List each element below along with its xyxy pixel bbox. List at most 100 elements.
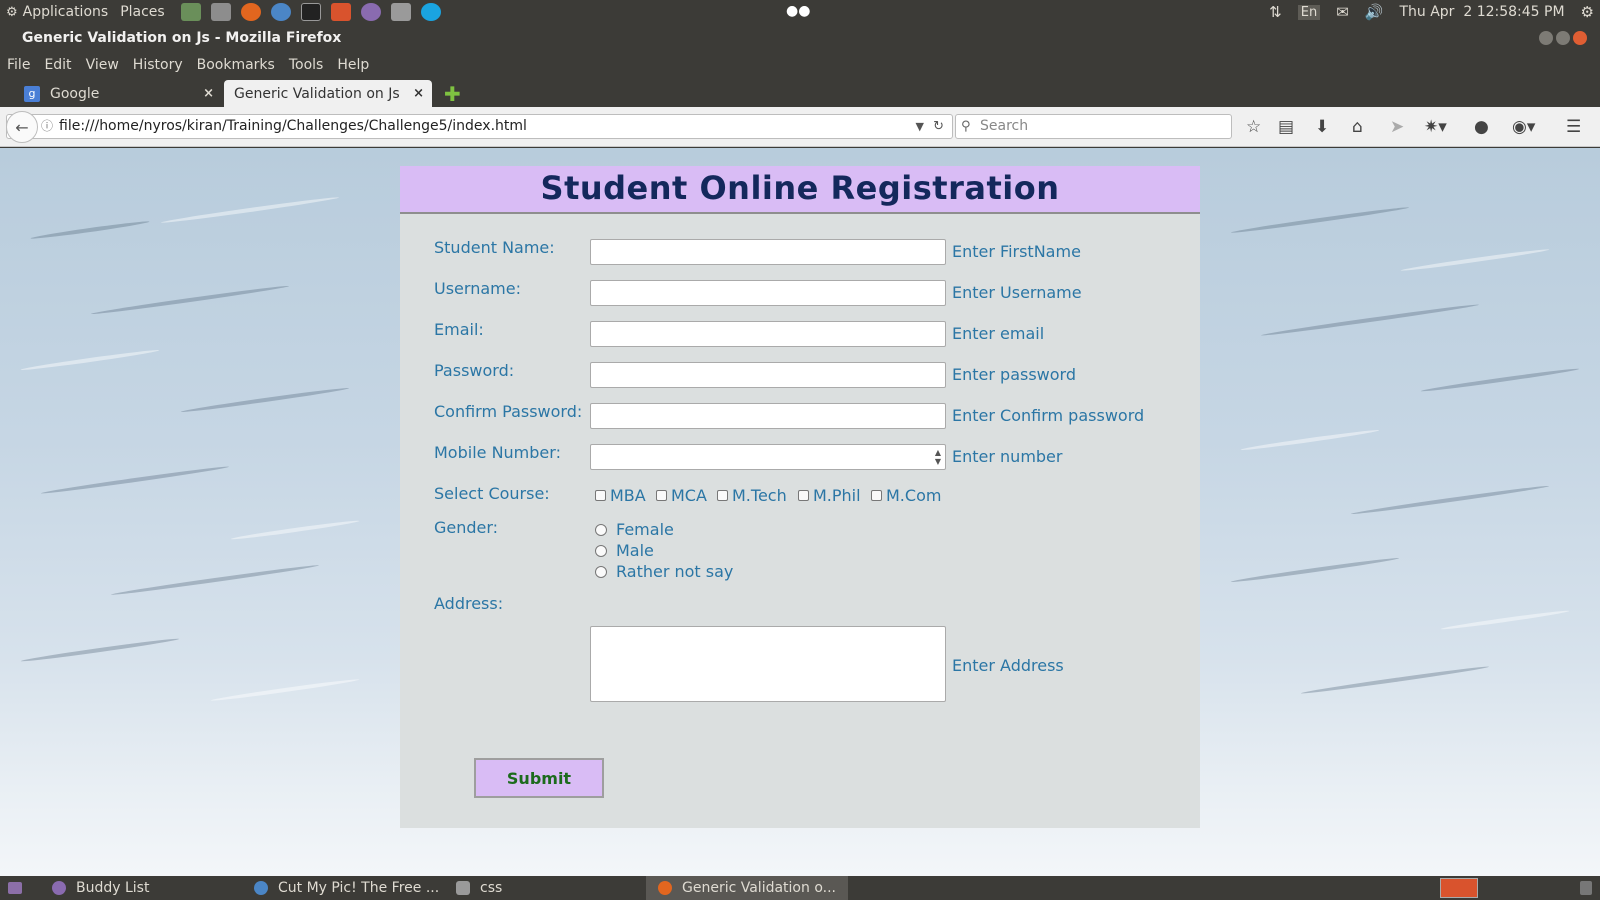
network-icon[interactable]: ⇅ <box>1269 3 1282 21</box>
mail-icon[interactable]: ✉ <box>1336 3 1349 21</box>
mobile-number-hint: Enter number <box>952 447 1063 466</box>
profile-icon[interactable]: ◉▾ <box>1512 117 1535 137</box>
chromium-launcher-icon[interactable] <box>270 3 291 21</box>
places-menu[interactable]: Places <box>120 4 165 20</box>
menu-view[interactable]: View <box>86 57 119 73</box>
username-label: Username: <box>434 279 521 298</box>
menu-bar: File Edit View History Bookmarks Tools H… <box>0 52 1600 78</box>
email-input[interactable] <box>590 321 946 347</box>
chromium-icon <box>254 881 268 895</box>
taskbar-item-css[interactable]: css <box>456 876 502 900</box>
taskbar-label: Buddy List <box>76 880 150 896</box>
download-icon[interactable]: ⬇ <box>1315 117 1329 137</box>
window-titlebar: Generic Validation on Js - Mozilla Firef… <box>0 24 1600 52</box>
bookmark-star-icon[interactable]: ☆ <box>1246 117 1261 137</box>
tab-label: Generic Validation on Js <box>234 85 400 102</box>
menu-history[interactable]: History <box>133 57 183 73</box>
pidgin-icon <box>52 881 66 895</box>
settings-gear-icon[interactable]: ⚙ <box>1581 3 1594 21</box>
keyboard-launcher-icon[interactable] <box>210 3 231 21</box>
form-header: Student Online Registration <box>400 166 1200 214</box>
menu-bookmarks[interactable]: Bookmarks <box>197 57 275 73</box>
mobile-number-label: Mobile Number: <box>434 443 561 462</box>
form-title: Student Online Registration <box>540 169 1060 207</box>
taskbar-item-generic-validation[interactable]: Generic Validation o... <box>646 876 848 900</box>
skype-launcher-icon[interactable] <box>420 3 441 21</box>
show-desktop-icon[interactable] <box>8 882 22 894</box>
tab-google[interactable]: g Google × <box>14 80 222 107</box>
menu-tools[interactable]: Tools <box>289 57 324 73</box>
gender-rather-not-say-radio[interactable] <box>595 566 607 578</box>
username-input[interactable] <box>590 280 946 306</box>
minimize-button[interactable] <box>1539 31 1553 45</box>
gender-male-radio[interactable] <box>595 545 607 557</box>
ubuntu-logo-icon[interactable]: ⚙ <box>6 5 18 20</box>
submit-button[interactable]: Submit <box>474 758 604 798</box>
applications-menu[interactable]: Applications <box>23 4 109 20</box>
course-mtech-checkbox[interactable] <box>717 490 728 501</box>
course-mba-label: MBA <box>610 486 646 505</box>
select-course-label: Select Course: <box>434 484 550 503</box>
firefox-icon <box>658 881 672 895</box>
reading-list-icon[interactable]: ▤ <box>1278 117 1294 137</box>
maximize-button[interactable] <box>1556 31 1570 45</box>
home-icon[interactable]: ⌂ <box>1352 117 1363 137</box>
gender-female-radio[interactable] <box>595 524 607 536</box>
navigation-bar: ⓘ file:///home/nyros/kiran/Training/Chal… <box>0 107 1600 147</box>
terminal-launcher-icon[interactable] <box>300 3 321 21</box>
password-input[interactable] <box>590 362 946 388</box>
course-mphil-checkbox[interactable] <box>798 490 809 501</box>
number-spinner-icon[interactable]: ▲ ▼ <box>935 448 941 466</box>
volume-icon[interactable]: 🔊 <box>1365 3 1384 21</box>
student-name-label: Student Name: <box>434 238 555 257</box>
menu-help[interactable]: Help <box>337 57 369 73</box>
tab-close-icon[interactable]: × <box>203 86 214 101</box>
tab-close-icon[interactable]: × <box>413 86 424 101</box>
gender-female-label: Female <box>616 520 674 539</box>
files-launcher-icon[interactable] <box>330 3 351 21</box>
site-info-icon[interactable]: ⓘ <box>41 115 53 138</box>
new-tab-icon[interactable]: ✚ <box>444 82 461 106</box>
address-textarea[interactable] <box>590 626 946 702</box>
monitor-launcher-icon[interactable] <box>180 3 201 21</box>
tab-label: Google <box>50 85 100 102</box>
tab-bar: g Google × Generic Validation on Js × ✚ <box>0 78 1600 107</box>
tab-generic-validation[interactable]: Generic Validation on Js × <box>224 80 432 107</box>
reload-icon[interactable]: ↻ <box>933 115 944 138</box>
send-icon[interactable]: ➤ <box>1390 117 1404 137</box>
student-name-input[interactable] <box>590 239 946 265</box>
text-editor-icon <box>456 881 470 895</box>
back-button[interactable]: ← <box>6 111 38 143</box>
calculator-launcher-icon[interactable] <box>390 3 411 21</box>
firefox-launcher-icon[interactable] <box>240 3 261 21</box>
mobile-number-input[interactable]: ▲ ▼ <box>590 444 946 470</box>
student-name-hint: Enter FirstName <box>952 242 1081 261</box>
dropdown-arrow-icon[interactable]: ▼ <box>916 115 924 138</box>
url-text: file:///home/nyros/kiran/Training/Challe… <box>59 118 527 134</box>
workspace-switcher[interactable] <box>1440 878 1478 898</box>
taskbar-item-buddy-list[interactable]: Buddy List <box>52 876 149 900</box>
window-title: Generic Validation on Js - Mozilla Firef… <box>22 30 342 46</box>
google-favicon-icon: g <box>24 85 40 102</box>
taskbar-item-cut-my-pic[interactable]: Cut My Pic! The Free ... <box>254 876 439 900</box>
course-mba-checkbox[interactable] <box>595 490 606 501</box>
menu-file[interactable]: File <box>7 57 30 73</box>
confirm-password-input[interactable] <box>590 403 946 429</box>
url-bar[interactable]: ⓘ file:///home/nyros/kiran/Training/Chal… <box>6 114 953 139</box>
pidgin-launcher-icon[interactable] <box>360 3 381 21</box>
search-input[interactable]: ⚲ Search <box>955 114 1232 139</box>
clock[interactable]: Thu Apr 2 12:58:45 PM <box>1399 4 1564 20</box>
keyboard-layout-indicator[interactable]: En <box>1297 4 1321 20</box>
course-mphil-label: M.Phil <box>813 486 861 505</box>
hamburger-menu-icon[interactable]: ☰ <box>1566 117 1581 137</box>
registration-form: Student Online Registration Student Name… <box>400 166 1200 828</box>
chat-icon[interactable]: ● <box>1474 117 1489 137</box>
menu-edit[interactable]: Edit <box>44 57 71 73</box>
trash-icon[interactable] <box>1580 881 1592 895</box>
search-placeholder: Search <box>980 118 1029 134</box>
course-mca-checkbox[interactable] <box>656 490 667 501</box>
close-window-button[interactable] <box>1573 31 1587 45</box>
extension-icon[interactable]: ✷▾ <box>1424 117 1447 137</box>
course-mcom-checkbox[interactable] <box>871 490 882 501</box>
course-mca-label: MCA <box>671 486 707 505</box>
